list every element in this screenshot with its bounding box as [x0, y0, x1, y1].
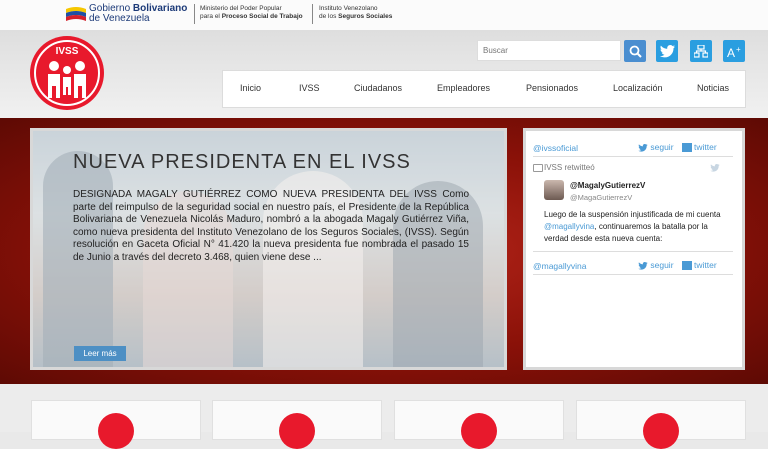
- tweet-text-part: Luego de la suspensión injustificada de …: [544, 210, 721, 219]
- sitemap-button[interactable]: [690, 40, 712, 62]
- main-nav: Inicio IVSS Ciudadanos Empleadores Pensi…: [222, 70, 746, 108]
- nav-item-empleadores[interactable]: Empleadores: [437, 83, 490, 93]
- follow-ivss-button[interactable]: seguir: [638, 142, 674, 152]
- follow-magallyvina-button[interactable]: seguir: [638, 260, 674, 270]
- read-more-button[interactable]: Leer más: [74, 346, 126, 361]
- ministry-label[interactable]: Ministerio del Poder Popular para el Pro…: [200, 5, 303, 21]
- twitter-brand-label: twitter: [694, 260, 717, 270]
- gov-logo-text: Gobierno Bolivariano de Venezuela: [89, 4, 187, 24]
- sitemap-icon: [694, 44, 708, 58]
- twitter-widget: @ivssoficial seguir twitter IVSS retwitt…: [523, 128, 745, 370]
- slide-title: NUEVA PRESIDENTA EN EL IVSS: [73, 151, 411, 173]
- gov-line2: de Venezuela: [89, 13, 150, 24]
- twitter-account-ivss[interactable]: @ivssoficial: [533, 143, 578, 153]
- service-card[interactable]: [394, 400, 564, 449]
- nav-item-noticias[interactable]: Noticias: [697, 83, 729, 93]
- service-card[interactable]: [212, 400, 382, 449]
- twitter-link[interactable]: twitter: [682, 142, 717, 153]
- retweet-icon: [533, 164, 543, 172]
- family-icon: [48, 61, 86, 98]
- divider: [533, 251, 733, 252]
- gobierno-bolivariano-logo[interactable]: Gobierno Bolivariano de Venezuela: [66, 3, 190, 25]
- follow-label: seguir: [650, 142, 674, 152]
- nav-item-localizacion[interactable]: Localización: [613, 83, 663, 93]
- twitter-brand-label: twitter: [694, 142, 717, 152]
- tweet-text: Luego de la suspensión injustificada de …: [544, 209, 729, 247]
- follow-label: seguir: [650, 260, 674, 270]
- ministry-line1: Ministerio del Poder Popular: [200, 5, 282, 12]
- tweet-author-name[interactable]: @MagalyGutierrezV: [570, 181, 645, 190]
- nav-item-ivss[interactable]: IVSS: [299, 83, 320, 93]
- twitter-arrow-icon: [682, 143, 692, 153]
- nav-item-inicio[interactable]: Inicio: [240, 83, 261, 93]
- search-icon: [629, 45, 642, 58]
- twitter-account-magallyvina[interactable]: @magallyvina: [533, 261, 587, 271]
- tweet-mention-link[interactable]: @magallyvina: [544, 222, 594, 231]
- font-size-button[interactable]: A +: [723, 40, 745, 62]
- twitter-bird-icon: [638, 143, 648, 152]
- font-size-icon: A +: [727, 45, 741, 58]
- search-input[interactable]: [477, 40, 621, 61]
- nav-item-ciudadanos[interactable]: Ciudadanos: [354, 83, 402, 93]
- retweet-label: IVSS retwitteó: [544, 163, 595, 172]
- service-cards: [0, 384, 768, 449]
- government-bar: Gobierno Bolivariano de Venezuela Minist…: [0, 0, 768, 30]
- tweet-author-handle[interactable]: @MagaGutierrezV: [570, 193, 632, 202]
- institute-line1: Instituto Venezolano: [319, 5, 378, 12]
- service-card-icon: [279, 413, 315, 449]
- twitter-bird-icon: [710, 164, 720, 172]
- institute-line2: de los: [319, 13, 339, 20]
- service-card-icon: [461, 413, 497, 449]
- logo-text: IVSS: [55, 46, 79, 57]
- service-card[interactable]: [31, 400, 201, 449]
- service-card-icon: [643, 413, 679, 449]
- venezuela-flag-icon: [66, 7, 86, 21]
- divider: [533, 156, 733, 157]
- twitter-icon: [659, 44, 675, 57]
- divider: [533, 274, 733, 275]
- slide-text: DESIGNADA MAGALY GUTIÉRREZ COMO NUEVA PR…: [73, 189, 469, 263]
- twitter-link[interactable]: twitter: [682, 260, 717, 271]
- service-card[interactable]: [576, 400, 746, 449]
- svg-text:A: A: [727, 46, 735, 58]
- search-button[interactable]: [624, 40, 646, 62]
- institute-label[interactable]: Instituto Venezolano de los Seguros Soci…: [319, 5, 392, 21]
- svg-text:+: +: [736, 45, 741, 54]
- twitter-arrow-icon: [682, 261, 692, 271]
- twitter-button[interactable]: [656, 40, 678, 62]
- news-slide[interactable]: NUEVA PRESIDENTA EN EL IVSS DESIGNADA MA…: [30, 128, 507, 370]
- ministry-line2-bold: Proceso Social de Trabajo: [221, 13, 303, 20]
- separator: [312, 4, 313, 24]
- separator: [194, 4, 195, 24]
- ministry-line2: para el: [200, 13, 222, 20]
- nav-item-pensionados[interactable]: Pensionados: [526, 83, 578, 93]
- service-card-icon: [98, 413, 134, 449]
- ivss-logo[interactable]: IVSS: [30, 36, 104, 110]
- avatar[interactable]: [544, 180, 564, 200]
- institute-line2-bold: Seguros Sociales: [338, 13, 393, 20]
- twitter-bird-icon: [638, 261, 648, 270]
